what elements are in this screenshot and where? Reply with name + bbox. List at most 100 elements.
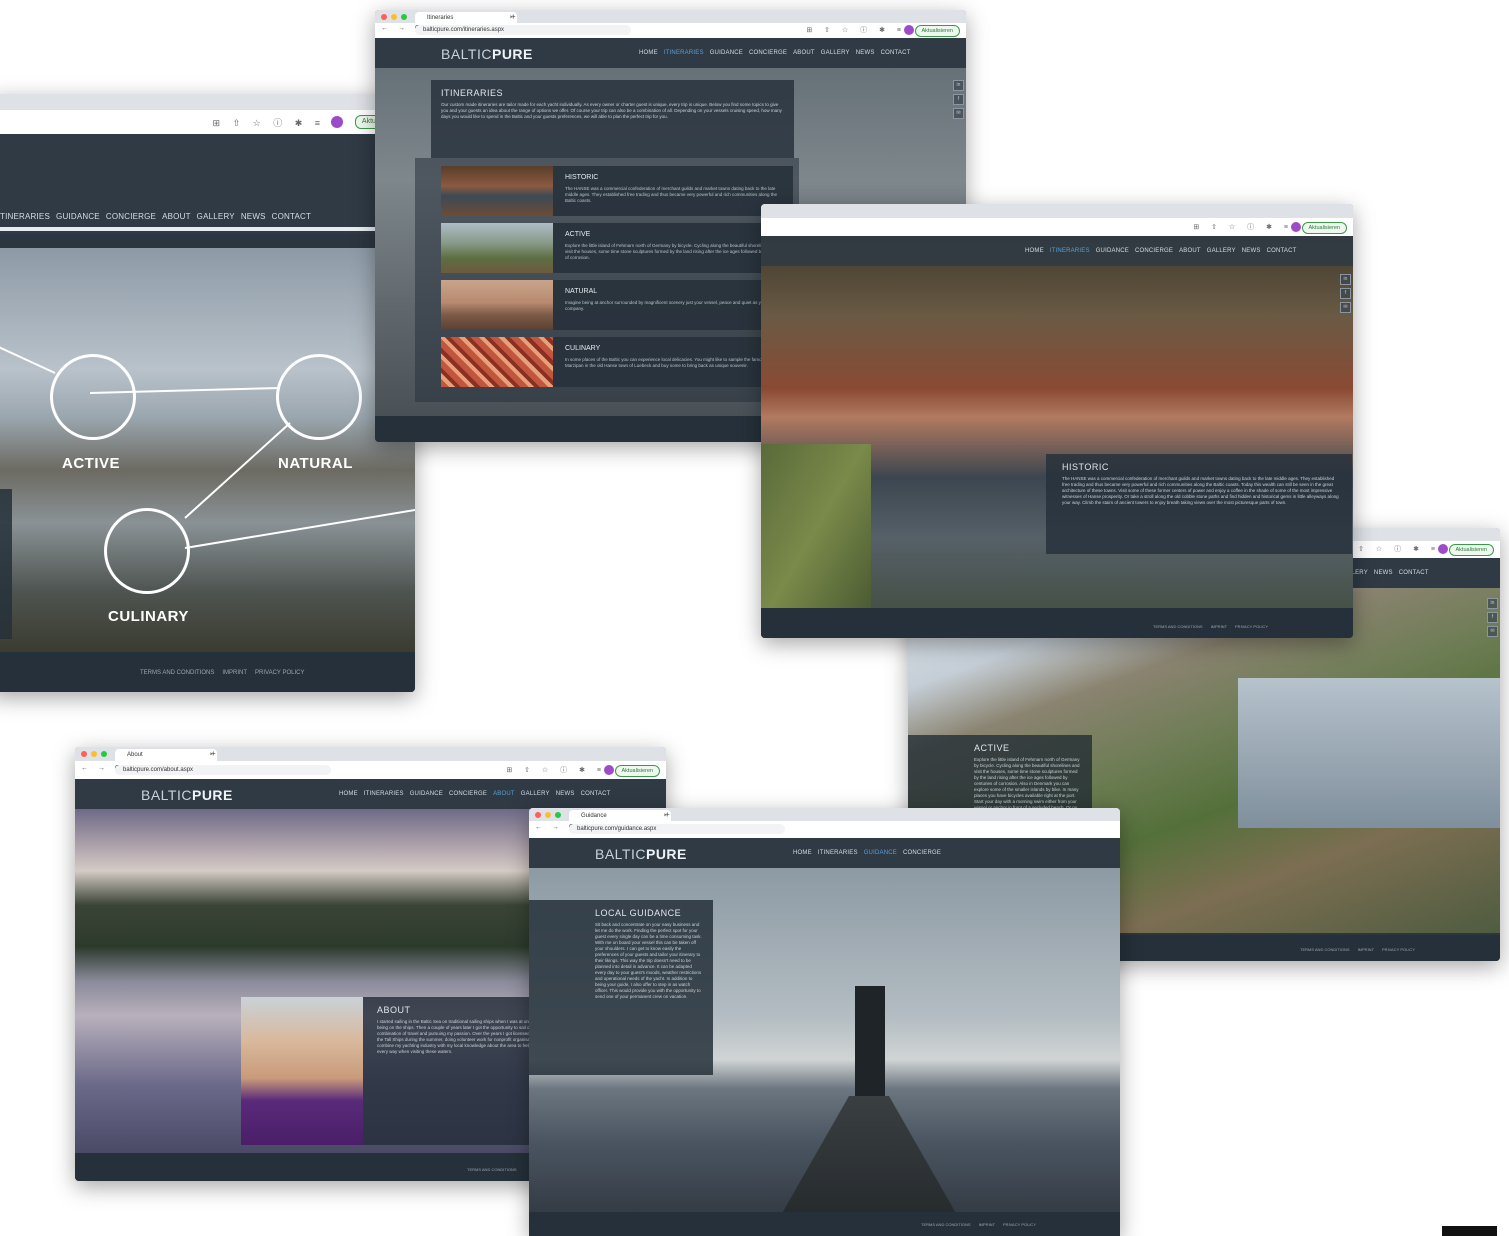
toolbar-icons[interactable]: ⊞ ⇧ ☆ ⓘ ✱ ≡ [1340, 544, 1440, 554]
nav-news[interactable]: NEWS [556, 791, 575, 797]
avatar[interactable] [604, 765, 614, 775]
nav-guidance[interactable]: GUIDANCE [710, 50, 743, 56]
nav-contact[interactable]: CONTACT [1399, 570, 1429, 576]
avatar[interactable] [904, 25, 914, 35]
nav-news[interactable]: NEWS [1374, 570, 1393, 576]
label-active[interactable]: ACTIVE [62, 455, 120, 472]
nav-gallery[interactable]: GALLERY [821, 50, 850, 56]
site-logo[interactable]: BALTICPURE [595, 846, 687, 862]
nav-gallery[interactable]: GALLERY [1207, 248, 1236, 254]
update-button[interactable]: Aktualisieren [1301, 222, 1347, 234]
nav-home[interactable]: HOME [339, 791, 358, 797]
nav-contact[interactable]: CONTACT [1267, 248, 1297, 254]
itinerary-row-natural[interactable]: NATURAL Imagine being at anchor surround… [441, 280, 793, 330]
address-bar[interactable]: balticpure.com/itineraries.aspx [415, 25, 631, 35]
nav-itineraries[interactable]: ITINERARIES [664, 50, 704, 56]
label-natural[interactable]: NATURAL [278, 455, 353, 472]
footer-imprint[interactable]: IMPRINT [1211, 624, 1227, 629]
linkedin-icon[interactable]: in [1340, 274, 1351, 285]
address-bar[interactable]: balticpure.com/about.aspx [115, 765, 331, 775]
nav-news[interactable]: NEWS [1242, 248, 1261, 254]
nav-gallery[interactable]: GALLERY [197, 212, 235, 221]
footer-imprint[interactable]: IMPRINT [1358, 947, 1374, 952]
nav-itineraries[interactable]: ITINERARIES [1050, 248, 1090, 254]
toolbar-icons[interactable]: ⊞ ⇧ ☆ ⓘ ✱ ≡ [806, 25, 906, 35]
nav-guidance[interactable]: GUIDANCE [1096, 248, 1129, 254]
nav-concierge[interactable]: CONCIERGE [449, 791, 487, 797]
panel-title: ACTIVE [974, 743, 1010, 753]
nav-home[interactable]: HOME [793, 850, 812, 856]
nav-guidance[interactable]: GUIDANCE [410, 791, 443, 797]
nav-itineraries[interactable]: TINERARIES [0, 212, 50, 221]
toolbar-icons[interactable]: ⊞ ⇧ ☆ ⓘ ✱ ≡ [213, 116, 325, 129]
kayak-icon[interactable] [50, 354, 136, 440]
footer-terms[interactable]: TERMS AND CONDITIONS [921, 1222, 971, 1227]
fish-icon[interactable] [104, 508, 190, 594]
nav-contact[interactable]: CONTACT [272, 212, 311, 221]
mail-icon[interactable]: ✉ [1340, 302, 1351, 313]
facebook-icon[interactable]: f [953, 94, 964, 105]
nav-itineraries[interactable]: ITINERARIES [818, 850, 858, 856]
facebook-icon[interactable]: f [1487, 612, 1498, 623]
nav-guidance[interactable]: GUIDANCE [864, 850, 897, 856]
footer-privacy[interactable]: PRIVACY POLICY [255, 670, 304, 676]
nav-concierge[interactable]: CONCIERGE [1135, 248, 1173, 254]
update-button[interactable]: Aktualisieren [614, 765, 660, 777]
panel-title: HISTORIC [1062, 462, 1109, 472]
nav-concierge[interactable]: CONCIERGE [903, 850, 941, 856]
browser-tab[interactable]: About × [115, 749, 217, 761]
nav-home[interactable]: HOME [1025, 248, 1044, 254]
itinerary-row-historic[interactable]: HISTORIC The HANSE was a commercial conf… [441, 166, 793, 216]
nav-about[interactable]: ABOUT [793, 50, 815, 56]
avatar[interactable] [331, 116, 343, 128]
footer-privacy[interactable]: PRIVACY POLICY [1003, 1222, 1036, 1227]
nav-about[interactable]: ABOUT [1179, 248, 1201, 254]
footer-imprint[interactable]: IMPRINT [979, 1222, 995, 1227]
itinerary-row-culinary[interactable]: CULINARY In some places of the Baltic yo… [441, 337, 793, 387]
footer-privacy[interactable]: PRIVACY POLICY [1235, 624, 1268, 629]
toolbar-icons[interactable]: ⊞ ⇧ ☆ ⓘ ✱ ≡ [506, 765, 606, 775]
nav-guidance[interactable]: GUIDANCE [56, 212, 100, 221]
new-tab-icon[interactable]: + [665, 810, 670, 819]
nav-gallery[interactable]: GALLERY [521, 791, 550, 797]
address-bar[interactable]: balticpure.com/guidance.aspx [569, 824, 785, 834]
mail-icon[interactable]: ✉ [953, 108, 964, 119]
update-button[interactable]: Aktualisieren [914, 25, 960, 37]
nav-contact[interactable]: CONTACT [581, 791, 611, 797]
linkedin-icon[interactable]: in [1487, 598, 1498, 609]
nav-about[interactable]: ABOUT [493, 791, 515, 797]
panel-text: The HANSE was a commercial confederation… [1062, 476, 1339, 505]
label-culinary[interactable]: CULINARY [108, 608, 189, 625]
new-tab-icon[interactable]: + [511, 12, 516, 21]
footer-terms[interactable]: TERMS AND CONDITIONS [1153, 624, 1203, 629]
nav-concierge[interactable]: CONCIERGE [106, 212, 156, 221]
avatar[interactable] [1291, 222, 1301, 232]
avatar[interactable] [1438, 544, 1448, 554]
footer-terms[interactable]: TERMS AND CONDITIONS [467, 1167, 517, 1172]
nav-concierge[interactable]: CONCIERGE [749, 50, 787, 56]
nav-itineraries[interactable]: ITINERARIES [364, 791, 404, 797]
footer-terms[interactable]: TERMS AND CONDITIONS [140, 670, 214, 676]
main-nav: HOME ITINERARIES GUIDANCE CONCIERGE ABOU… [639, 50, 911, 56]
footer-terms[interactable]: TERMS AND CONDITIONS [1300, 947, 1350, 952]
nav-about[interactable]: ABOUT [162, 212, 191, 221]
footer-imprint[interactable]: IMPRINT [222, 670, 247, 676]
nav-news[interactable]: NEWS [241, 212, 266, 221]
nav-contact[interactable]: CONTACT [881, 50, 911, 56]
bird-icon[interactable] [276, 354, 362, 440]
nav-news[interactable]: NEWS [856, 50, 875, 56]
footer-privacy[interactable]: PRIVACY POLICY [1382, 947, 1415, 952]
facebook-icon[interactable]: f [1340, 288, 1351, 299]
nav-home[interactable]: HOME [639, 50, 658, 56]
site-logo[interactable]: BALTICPURE [441, 46, 533, 62]
new-tab-icon[interactable]: + [211, 749, 216, 758]
concept-lines [0, 346, 415, 549]
linkedin-icon[interactable]: in [953, 80, 964, 91]
culinary-image [441, 337, 553, 387]
update-button[interactable]: Aktualisieren [1448, 544, 1494, 556]
site-logo[interactable]: BALTICPURE [141, 787, 233, 803]
itinerary-row-active[interactable]: ACTIVE Explore the little island of Fehm… [441, 223, 793, 273]
row-text: Imagine being at anchor surrounded by ma… [565, 300, 777, 311]
toolbar-icons[interactable]: ⊞ ⇧ ☆ ⓘ ✱ ≡ [1193, 222, 1293, 232]
mail-icon[interactable]: ✉ [1487, 626, 1498, 637]
